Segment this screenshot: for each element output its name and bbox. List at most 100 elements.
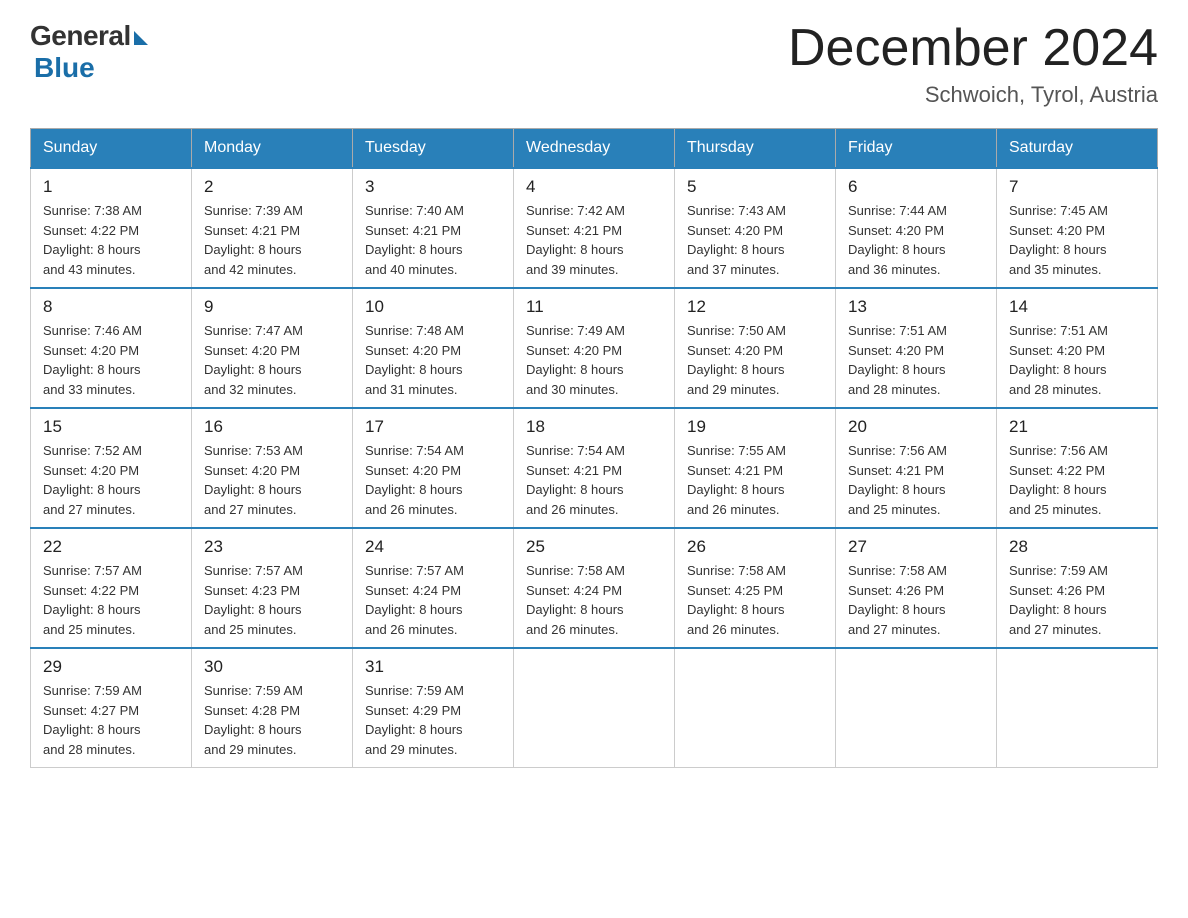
day-number: 5	[687, 177, 823, 197]
day-number: 24	[365, 537, 501, 557]
day-number: 11	[526, 297, 662, 317]
calendar-day-cell: 28 Sunrise: 7:59 AMSunset: 4:26 PMDayligh…	[997, 528, 1158, 648]
day-info: Sunrise: 7:50 AMSunset: 4:20 PMDaylight:…	[687, 321, 823, 399]
day-info: Sunrise: 7:56 AMSunset: 4:22 PMDaylight:…	[1009, 441, 1145, 519]
day-number: 9	[204, 297, 340, 317]
day-info: Sunrise: 7:55 AMSunset: 4:21 PMDaylight:…	[687, 441, 823, 519]
calendar-day-cell: 26 Sunrise: 7:58 AMSunset: 4:25 PMDayligh…	[675, 528, 836, 648]
calendar-day-cell: 19 Sunrise: 7:55 AMSunset: 4:21 PMDayligh…	[675, 408, 836, 528]
logo-general-text: General	[30, 20, 131, 52]
day-info: Sunrise: 7:54 AMSunset: 4:21 PMDaylight:…	[526, 441, 662, 519]
day-number: 3	[365, 177, 501, 197]
day-info: Sunrise: 7:51 AMSunset: 4:20 PMDaylight:…	[848, 321, 984, 399]
calendar-day-cell: 5 Sunrise: 7:43 AMSunset: 4:20 PMDaylight…	[675, 168, 836, 288]
calendar-week-row: 15 Sunrise: 7:52 AMSunset: 4:20 PMDayligh…	[31, 408, 1158, 528]
calendar-header-tuesday: Tuesday	[353, 129, 514, 169]
calendar-day-cell: 24Sunrise: 7:57 AMSunset: 4:24 PMDayligh…	[353, 528, 514, 648]
calendar-day-cell: 31 Sunrise: 7:59 AMSunset: 4:29 PMDayligh…	[353, 648, 514, 768]
day-number: 19	[687, 417, 823, 437]
day-info: Sunrise: 7:59 AMSunset: 4:27 PMDaylight:…	[43, 681, 179, 759]
day-number: 15	[43, 417, 179, 437]
calendar-day-cell: 15 Sunrise: 7:52 AMSunset: 4:20 PMDayligh…	[31, 408, 192, 528]
calendar-header-saturday: Saturday	[997, 129, 1158, 169]
day-number: 12	[687, 297, 823, 317]
day-info: Sunrise: 7:59 AMSunset: 4:26 PMDaylight:…	[1009, 561, 1145, 639]
day-number: 16	[204, 417, 340, 437]
calendar-day-cell	[997, 648, 1158, 768]
day-number: 30	[204, 657, 340, 677]
calendar-day-cell: 8Sunrise: 7:46 AMSunset: 4:20 PMDaylight…	[31, 288, 192, 408]
day-info: Sunrise: 7:52 AMSunset: 4:20 PMDaylight:…	[43, 441, 179, 519]
day-info: Sunrise: 7:59 AMSunset: 4:29 PMDaylight:…	[365, 681, 501, 759]
calendar-day-cell: 6 Sunrise: 7:44 AMSunset: 4:20 PMDaylight…	[836, 168, 997, 288]
day-number: 25	[526, 537, 662, 557]
calendar-week-row: 1Sunrise: 7:38 AMSunset: 4:22 PMDaylight…	[31, 168, 1158, 288]
day-info: Sunrise: 7:47 AMSunset: 4:20 PMDaylight:…	[204, 321, 340, 399]
day-number: 13	[848, 297, 984, 317]
calendar-day-cell: 4 Sunrise: 7:42 AMSunset: 4:21 PMDaylight…	[514, 168, 675, 288]
day-info: Sunrise: 7:49 AMSunset: 4:20 PMDaylight:…	[526, 321, 662, 399]
calendar-day-cell: 2Sunrise: 7:39 AMSunset: 4:21 PMDaylight…	[192, 168, 353, 288]
calendar-day-cell: 21 Sunrise: 7:56 AMSunset: 4:22 PMDayligh…	[997, 408, 1158, 528]
calendar-day-cell	[514, 648, 675, 768]
calendar-week-row: 29 Sunrise: 7:59 AMSunset: 4:27 PMDayligh…	[31, 648, 1158, 768]
logo-blue-text: Blue	[34, 52, 148, 84]
day-info: Sunrise: 7:56 AMSunset: 4:21 PMDaylight:…	[848, 441, 984, 519]
calendar-week-row: 22 Sunrise: 7:57 AMSunset: 4:22 PMDayligh…	[31, 528, 1158, 648]
day-number: 14	[1009, 297, 1145, 317]
calendar-day-cell: 17Sunrise: 7:54 AMSunset: 4:20 PMDayligh…	[353, 408, 514, 528]
day-number: 26	[687, 537, 823, 557]
day-info: Sunrise: 7:57 AMSunset: 4:23 PMDaylight:…	[204, 561, 340, 639]
calendar-day-cell	[836, 648, 997, 768]
day-number: 27	[848, 537, 984, 557]
calendar-day-cell: 3 Sunrise: 7:40 AMSunset: 4:21 PMDaylight…	[353, 168, 514, 288]
calendar-header-friday: Friday	[836, 129, 997, 169]
title-section: December 2024 Schwoich, Tyrol, Austria	[788, 20, 1158, 108]
day-info: Sunrise: 7:53 AMSunset: 4:20 PMDaylight:…	[204, 441, 340, 519]
day-info: Sunrise: 7:46 AMSunset: 4:20 PMDaylight:…	[43, 321, 179, 399]
calendar-header-sunday: Sunday	[31, 129, 192, 169]
day-info: Sunrise: 7:59 AMSunset: 4:28 PMDaylight:…	[204, 681, 340, 759]
day-number: 20	[848, 417, 984, 437]
calendar-day-cell: 23 Sunrise: 7:57 AMSunset: 4:23 PMDayligh…	[192, 528, 353, 648]
calendar-header-wednesday: Wednesday	[514, 129, 675, 169]
day-number: 1	[43, 177, 179, 197]
logo: General Blue	[30, 20, 148, 84]
day-number: 31	[365, 657, 501, 677]
calendar-day-cell: 1Sunrise: 7:38 AMSunset: 4:22 PMDaylight…	[31, 168, 192, 288]
calendar-day-cell: 27Sunrise: 7:58 AMSunset: 4:26 PMDayligh…	[836, 528, 997, 648]
day-number: 23	[204, 537, 340, 557]
day-number: 21	[1009, 417, 1145, 437]
day-number: 6	[848, 177, 984, 197]
calendar-header-row: SundayMondayTuesdayWednesdayThursdayFrid…	[31, 129, 1158, 169]
calendar-day-cell: 14 Sunrise: 7:51 AMSunset: 4:20 PMDayligh…	[997, 288, 1158, 408]
month-title: December 2024	[788, 20, 1158, 77]
calendar-header-thursday: Thursday	[675, 129, 836, 169]
day-info: Sunrise: 7:42 AMSunset: 4:21 PMDaylight:…	[526, 201, 662, 279]
day-number: 7	[1009, 177, 1145, 197]
day-info: Sunrise: 7:45 AMSunset: 4:20 PMDaylight:…	[1009, 201, 1145, 279]
day-number: 4	[526, 177, 662, 197]
calendar-day-cell: 25 Sunrise: 7:58 AMSunset: 4:24 PMDayligh…	[514, 528, 675, 648]
day-number: 22	[43, 537, 179, 557]
day-info: Sunrise: 7:58 AMSunset: 4:25 PMDaylight:…	[687, 561, 823, 639]
day-info: Sunrise: 7:58 AMSunset: 4:24 PMDaylight:…	[526, 561, 662, 639]
day-number: 28	[1009, 537, 1145, 557]
day-number: 29	[43, 657, 179, 677]
day-info: Sunrise: 7:43 AMSunset: 4:20 PMDaylight:…	[687, 201, 823, 279]
page-header: General Blue December 2024 Schwoich, Tyr…	[30, 20, 1158, 108]
location-title: Schwoich, Tyrol, Austria	[788, 82, 1158, 108]
calendar-table: SundayMondayTuesdayWednesdayThursdayFrid…	[30, 128, 1158, 768]
calendar-day-cell: 12 Sunrise: 7:50 AMSunset: 4:20 PMDayligh…	[675, 288, 836, 408]
calendar-day-cell: 16 Sunrise: 7:53 AMSunset: 4:20 PMDayligh…	[192, 408, 353, 528]
day-info: Sunrise: 7:44 AMSunset: 4:20 PMDaylight:…	[848, 201, 984, 279]
day-info: Sunrise: 7:54 AMSunset: 4:20 PMDaylight:…	[365, 441, 501, 519]
day-info: Sunrise: 7:40 AMSunset: 4:21 PMDaylight:…	[365, 201, 501, 279]
calendar-day-cell	[675, 648, 836, 768]
day-info: Sunrise: 7:57 AMSunset: 4:22 PMDaylight:…	[43, 561, 179, 639]
calendar-day-cell: 29 Sunrise: 7:59 AMSunset: 4:27 PMDayligh…	[31, 648, 192, 768]
day-info: Sunrise: 7:51 AMSunset: 4:20 PMDaylight:…	[1009, 321, 1145, 399]
day-info: Sunrise: 7:48 AMSunset: 4:20 PMDaylight:…	[365, 321, 501, 399]
calendar-day-cell: 18Sunrise: 7:54 AMSunset: 4:21 PMDayligh…	[514, 408, 675, 528]
day-number: 2	[204, 177, 340, 197]
